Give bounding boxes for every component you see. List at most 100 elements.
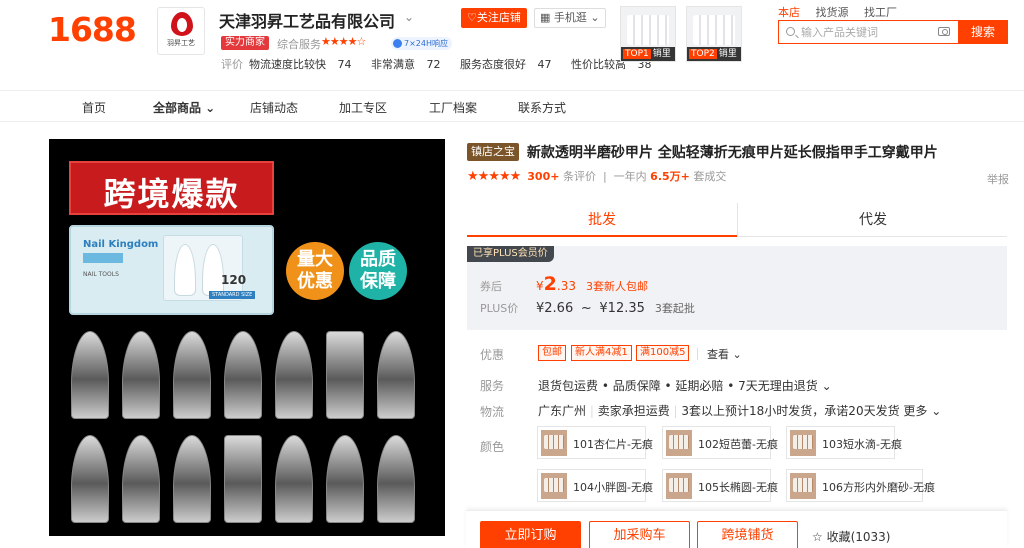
product-title: 新款透明半磨砂甲片 全贴轻薄折无痕甲片延长假指甲手工穿戴甲片 [526, 145, 938, 161]
color-option[interactable]: 102短芭蕾-无痕 [662, 426, 778, 459]
nail-tip [224, 331, 262, 419]
cross-border-banner: 跨境爆款 [69, 161, 274, 215]
nav-all-products[interactable]: 全部商品 ⌄ [153, 99, 215, 116]
nail-tip [173, 331, 211, 419]
quality-circle: 品质 保障 [349, 242, 407, 300]
order-now-button[interactable]: 立即订购 [480, 521, 581, 548]
promo-label: 优惠 [480, 348, 505, 362]
product-box-image: Nail Kingdom NAIL TOOLS 120 STANDARD SIZ… [69, 225, 274, 315]
nail-tip [122, 331, 160, 419]
nav-shop-news[interactable]: 店铺动态 [250, 99, 298, 116]
color-thumb [541, 430, 567, 456]
top-rank-ribbon: TOP2 销里 [687, 47, 741, 61]
score-label: 综合服务 [277, 38, 321, 51]
buy-action-bar: 立即订购 加采购车 跨境铺货 ☆ 收藏(1033) [466, 510, 1007, 548]
service-text[interactable]: 退货包运费 • 品质保障 • 延期必赔 • 7天无理由退货 ⌄ [538, 377, 832, 394]
search-button[interactable]: 搜索 [958, 20, 1008, 44]
color-option[interactable]: 101杏仁片-无痕 [537, 426, 653, 459]
nav-processing[interactable]: 加工专区 [339, 99, 387, 116]
shop-treasure-badge: 镇店之宝 [467, 143, 519, 161]
evaluation-list: 物流速度比较快 74 非常满意 72 服务态度很好 47 性价比较高 38 [249, 56, 668, 72]
evaluation-item: 物流速度比较快 74 [249, 58, 352, 71]
color-thumb [666, 430, 692, 456]
shop-header: 1688 羽昇工艺 天津羽昇工艺品有限公司 ⌄ ♡关注店铺 ▦ 手机逛 ⌄ 实力… [0, 0, 1024, 90]
color-thumb [666, 473, 692, 499]
promo-tag-discount[interactable]: 满100减5 [636, 345, 690, 361]
plus-member-tag: 已享PLUS会员价 [467, 246, 554, 262]
search-icon [786, 27, 795, 36]
chevron-down-icon[interactable]: ⌄ [404, 10, 414, 24]
rating-stars: ★★★★★ [467, 169, 521, 184]
response-tag: 7×24H响应 [391, 37, 452, 50]
eval-label: 评价 [221, 58, 243, 71]
evaluation-item: 非常满意 72 [371, 58, 441, 71]
nail-tip [326, 331, 364, 419]
mobile-browse-button[interactable]: ▦ 手机逛 ⌄ [534, 8, 606, 28]
nail-tip [122, 435, 160, 523]
favorite-button[interactable]: ☆ 收藏(1033) [812, 528, 890, 545]
product-main-image[interactable]: 跨境爆款 Nail Kingdom NAIL TOOLS 120 STANDAR… [49, 139, 445, 536]
search-tab-factory[interactable]: 找工厂 [864, 6, 897, 19]
divider [697, 348, 698, 360]
nail-tip [377, 331, 415, 419]
nav-contact[interactable]: 联系方式 [518, 99, 566, 116]
nail-tip [377, 435, 415, 523]
search-input[interactable] [801, 24, 931, 40]
plus-price-high: ¥12.35 [599, 301, 645, 316]
promo-tag-free-shipping[interactable]: 包邮 [538, 345, 566, 361]
color-thumb [790, 473, 816, 499]
add-to-cart-button[interactable]: 加采购车 [589, 521, 690, 548]
top-product-thumb-1[interactable]: TOP1 销里 [620, 6, 676, 62]
nav-home[interactable]: 首页 [82, 99, 106, 116]
ship-from: 广东广州 [538, 404, 587, 418]
plus-price-low: ¥2.66 [536, 301, 574, 316]
nail-tip [71, 435, 109, 523]
promo-tag-newcomer[interactable]: 新人满4减1 [571, 345, 632, 361]
shop-name[interactable]: 天津羽昇工艺品有限公司 [219, 8, 395, 32]
shop-avatar[interactable]: 羽昇工艺 [157, 7, 205, 55]
search-tab-shop[interactable]: 本店 [778, 6, 800, 19]
coupon-price: 2 [543, 273, 557, 295]
color-option[interactable]: 106方形内外磨砂-无痕 [786, 469, 935, 502]
box-label-strip [83, 253, 123, 263]
camera-icon[interactable] [938, 27, 950, 36]
promo-see-more[interactable]: 查看 ⌄ [707, 346, 742, 362]
nail-tip [173, 435, 211, 523]
product-title-row: 镇店之宝 新款透明半磨砂甲片 全贴轻薄折无痕甲片延长假指甲手工穿戴甲片 [467, 142, 938, 162]
search-box [778, 20, 958, 44]
shop-brand-text: 羽昇工艺 [167, 39, 195, 47]
nail-tip [326, 435, 364, 523]
logistics-more[interactable]: 更多 ⌄ [903, 404, 941, 418]
product-thumb-image [693, 15, 735, 45]
flame-logo-icon [171, 12, 193, 36]
top-product-thumb-2[interactable]: TOP2 销里 [686, 6, 742, 62]
search-scope-tabs: 本店 找货源 找工厂 [778, 4, 909, 20]
color-option[interactable]: 103短水滴-无痕 [786, 426, 902, 459]
color-thumb [541, 473, 567, 499]
score-stars: ★★★★☆ [321, 35, 366, 48]
nail-tips-grid [69, 331, 431, 527]
logistics-info: 广东广州 | 卖家承担运费 | 3套以上预计18小时发货，承诺20天发货 更多 … [538, 404, 942, 418]
tab-dropship[interactable]: 代发 [738, 203, 1008, 237]
review-count[interactable]: 300+ [527, 170, 559, 183]
coupon-note: 3套新人包邮 [585, 280, 648, 293]
color-option[interactable]: 104小胖圆-无痕 [537, 469, 653, 502]
search-tab-source[interactable]: 找货源 [816, 6, 849, 19]
purchase-mode-tabs: 批发 代发 [467, 203, 1007, 237]
strength-badge: 实力商家 [221, 36, 269, 50]
nail-tip [224, 435, 262, 523]
nail-tip [71, 331, 109, 419]
color-option[interactable]: 105长椭圆-无痕 [662, 469, 778, 502]
cross-border-list-button[interactable]: 跨境铺货 [697, 521, 798, 548]
freight-info: 卖家承担运费 [597, 404, 670, 418]
coupon-price-row: 券后 ¥2.33 3套新人包邮 [480, 273, 648, 295]
evaluation-item: 服务态度很好 47 [460, 58, 552, 71]
site-logo[interactable]: 1688 [48, 10, 137, 49]
logistics-label: 物流 [480, 405, 505, 419]
tab-wholesale[interactable]: 批发 [467, 203, 737, 237]
discount-circle: 量大 优惠 [286, 242, 344, 300]
report-link[interactable]: 举报 [987, 171, 1009, 187]
follow-shop-button[interactable]: ♡关注店铺 [461, 8, 527, 28]
nav-factory-profile[interactable]: 工厂档案 [429, 99, 477, 116]
min-order-note: 3套起批 [654, 302, 695, 315]
